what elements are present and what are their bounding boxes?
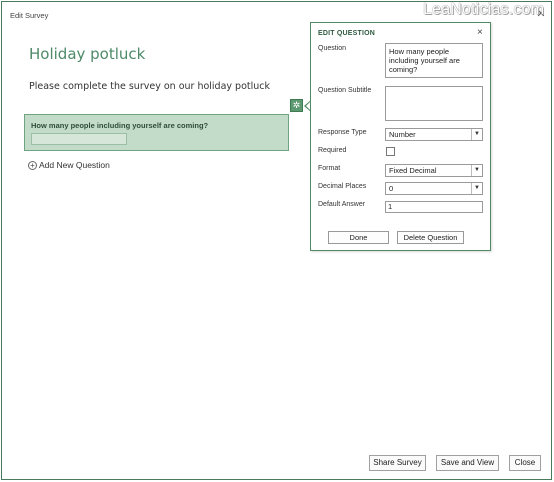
question-answer-input [31,133,127,145]
response-type-label: Response Type [318,129,367,136]
gear-icon[interactable]: ✲ [290,99,303,112]
survey-title[interactable]: Holiday potluck [29,45,145,63]
done-button[interactable]: Done [328,231,389,244]
question-subtitle-field[interactable] [385,86,483,121]
question-card[interactable]: How many people including yourself are c… [24,114,289,151]
delete-question-button[interactable]: Delete Question [397,231,464,244]
default-answer-input[interactable]: 1 [385,201,483,213]
question-subtitle-label: Question Subtitle [318,87,372,94]
format-select[interactable]: Fixed Decimal ▼ [385,164,483,177]
add-new-question-label: Add New Question [39,160,110,170]
chevron-down-icon: ▼ [471,183,482,194]
format-label: Format [318,165,341,172]
panel-close-icon[interactable]: × [477,27,483,38]
chevron-down-icon: ▼ [471,165,482,176]
format-value: Fixed Decimal [389,166,437,175]
default-answer-label: Default Answer [318,201,366,208]
share-survey-button[interactable]: Share Survey [369,455,426,471]
decimal-places-label: Decimal Places [318,183,367,190]
survey-description[interactable]: Please complete the survey on our holida… [29,81,270,92]
panel-title: EDIT QUESTION [318,30,376,37]
response-type-value: Number [389,130,416,139]
close-button[interactable]: Close [509,455,541,471]
question-text: How many people including yourself are c… [31,121,209,130]
window-title: Edit Survey [10,11,49,20]
question-label: Question [318,45,347,52]
save-and-view-button[interactable]: Save and View [436,455,499,471]
decimal-places-value: 0 [389,184,394,193]
required-checkbox[interactable] [386,147,395,156]
response-type-select[interactable]: Number ▼ [385,128,483,141]
add-new-question-button[interactable]: + Add New Question [28,160,110,170]
required-label: Required [318,147,347,154]
edit-question-panel: EDIT QUESTION × Question How many people… [310,22,491,251]
chevron-down-icon: ▼ [471,129,482,140]
add-circle-icon: + [28,160,37,170]
question-field[interactable]: How many people including yourself are c… [385,43,483,78]
watermark: LeaNoticias.com [423,1,545,18]
decimal-places-select[interactable]: 0 ▼ [385,182,483,195]
